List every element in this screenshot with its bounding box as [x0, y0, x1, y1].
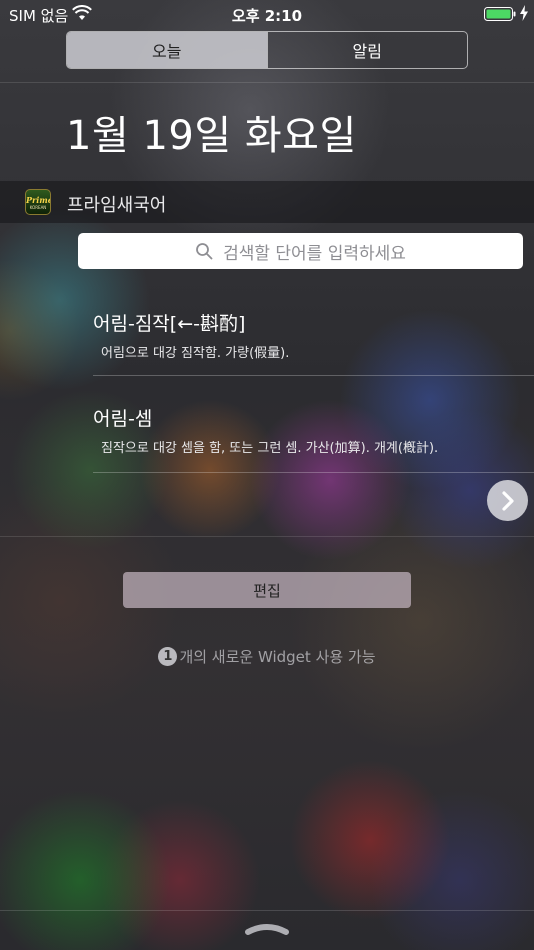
divider: [0, 910, 534, 911]
tab-today[interactable]: 오늘: [67, 32, 267, 68]
segmented-control: 오늘 알림: [66, 31, 468, 69]
chevron-right-icon: [501, 490, 514, 511]
divider: [93, 375, 534, 376]
status-bar: SIM 없음 오후 2:10: [0, 0, 534, 28]
result-definition: 어림으로 대강 짐작함. 가량(假量).: [101, 346, 290, 361]
list-item[interactable]: 어림-짐작[←-斟酌] 어림으로 대강 짐작함. 가량(假量).: [93, 309, 534, 361]
search-icon: [196, 243, 213, 260]
divider: [93, 472, 534, 473]
count-badge: 1: [158, 647, 178, 666]
widget-app-name: 프라임새국어: [67, 195, 167, 216]
app-icon: Prime KOREAN: [25, 189, 51, 215]
tab-notifications[interactable]: 알림: [266, 32, 468, 68]
result-definition: 짐작으로 대강 셈을 함, 또는 그런 셈. 가산(加算). 개계(槪計).: [101, 441, 439, 456]
new-widget-notice[interactable]: 1 개의 새로운 Widget 사용 가능: [0, 646, 534, 667]
app-icon-label: Prime: [26, 195, 51, 205]
grabber-icon[interactable]: [244, 920, 290, 936]
search-placeholder: 검색할 단어를 입력하세요: [223, 243, 406, 264]
divider: [0, 82, 534, 83]
notice-text: 개의 새로운 Widget 사용 가능: [179, 648, 376, 666]
date-title: 1월 19일 화요일: [66, 113, 357, 159]
bolt-icon: [520, 5, 528, 21]
result-term: 어림-셈: [93, 408, 153, 430]
edit-button[interactable]: 편집: [123, 572, 411, 608]
result-term: 어림-짐작[←-斟酌]: [93, 313, 246, 335]
widget-header[interactable]: Prime KOREAN 프라임새국어: [0, 181, 534, 223]
app-icon-sublabel: KOREAN: [29, 205, 47, 210]
battery-icon: [484, 7, 516, 21]
next-page-button[interactable]: [487, 480, 528, 521]
status-clock: 오후 2:10: [231, 7, 303, 25]
search-input[interactable]: 검색할 단어를 입력하세요: [78, 233, 523, 269]
divider: [0, 536, 534, 537]
list-item[interactable]: 어림-셈 짐작으로 대강 셈을 함, 또는 그런 셈. 가산(加算). 개계(槪…: [93, 404, 534, 456]
